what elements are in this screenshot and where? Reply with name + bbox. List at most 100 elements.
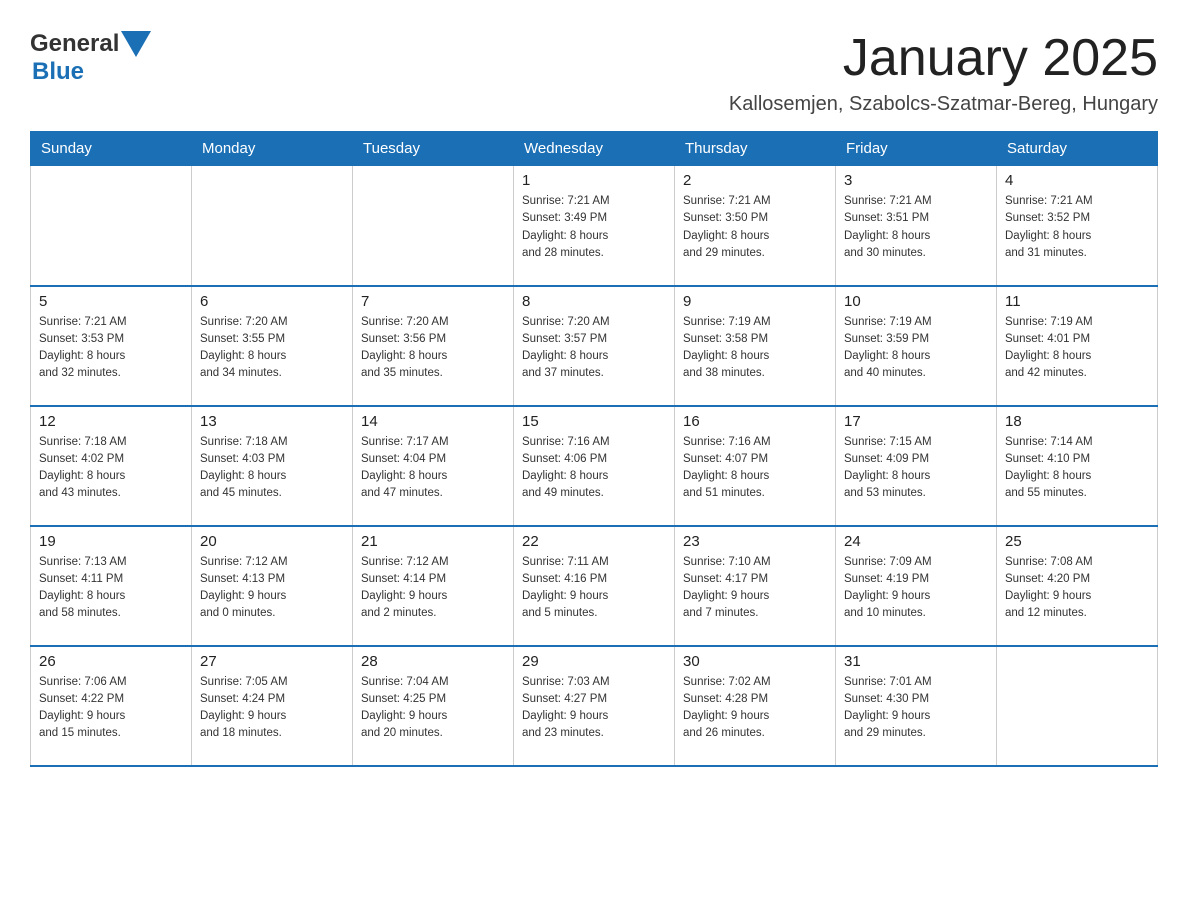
day-number: 31 [844,653,988,670]
calendar-cell: 3 Sunrise: 7:21 AM Sunset: 3:51 PM Daylig… [836,166,997,286]
calendar-cell: 14 Sunrise: 7:17 AM Sunset: 4:04 PM Dayli… [353,406,514,526]
page-header: General Blue January 2025 Kallosemjen, S… [30,30,1158,116]
day-number: 16 [683,413,827,430]
day-number: 18 [1005,413,1149,430]
day-info: Sunrise: 7:02 AM Sunset: 4:28 PM Dayligh… [683,674,827,743]
calendar-cell: 7 Sunrise: 7:20 AM Sunset: 3:56 PM Daylig… [353,286,514,406]
logo-row2: Blue [32,58,151,86]
day-info: Sunrise: 7:18 AM Sunset: 4:03 PM Dayligh… [200,434,344,503]
day-info: Sunrise: 7:13 AM Sunset: 4:11 PM Dayligh… [39,554,183,623]
day-info: Sunrise: 7:20 AM Sunset: 3:56 PM Dayligh… [361,314,505,383]
calendar-cell: 6 Sunrise: 7:20 AM Sunset: 3:55 PM Daylig… [192,286,353,406]
day-info: Sunrise: 7:01 AM Sunset: 4:30 PM Dayligh… [844,674,988,743]
day-info: Sunrise: 7:19 AM Sunset: 3:58 PM Dayligh… [683,314,827,383]
calendar-cell: 30 Sunrise: 7:02 AM Sunset: 4:28 PM Dayli… [675,646,836,766]
calendar-cell: 11 Sunrise: 7:19 AM Sunset: 4:01 PM Dayli… [997,286,1158,406]
calendar-cell: 8 Sunrise: 7:20 AM Sunset: 3:57 PM Daylig… [514,286,675,406]
calendar: SundayMondayTuesdayWednesdayThursdayFrid… [30,131,1158,767]
day-number: 30 [683,653,827,670]
calendar-cell [997,646,1158,766]
calendar-cell: 22 Sunrise: 7:11 AM Sunset: 4:16 PM Dayli… [514,526,675,646]
day-info: Sunrise: 7:16 AM Sunset: 4:06 PM Dayligh… [522,434,666,503]
day-info: Sunrise: 7:21 AM Sunset: 3:51 PM Dayligh… [844,193,988,262]
day-info: Sunrise: 7:14 AM Sunset: 4:10 PM Dayligh… [1005,434,1149,503]
day-info: Sunrise: 7:17 AM Sunset: 4:04 PM Dayligh… [361,434,505,503]
day-info: Sunrise: 7:10 AM Sunset: 4:17 PM Dayligh… [683,554,827,623]
day-number: 8 [522,293,666,310]
calendar-cell: 16 Sunrise: 7:16 AM Sunset: 4:07 PM Dayli… [675,406,836,526]
day-number: 28 [361,653,505,670]
calendar-cell [31,166,192,286]
day-info: Sunrise: 7:20 AM Sunset: 3:57 PM Dayligh… [522,314,666,383]
day-info: Sunrise: 7:12 AM Sunset: 4:13 PM Dayligh… [200,554,344,623]
calendar-cell: 17 Sunrise: 7:15 AM Sunset: 4:09 PM Dayli… [836,406,997,526]
day-info: Sunrise: 7:21 AM Sunset: 3:53 PM Dayligh… [39,314,183,383]
day-info: Sunrise: 7:09 AM Sunset: 4:19 PM Dayligh… [844,554,988,623]
week-row-3: 12 Sunrise: 7:18 AM Sunset: 4:02 PM Dayli… [31,406,1158,526]
calendar-cell: 24Sunrise: 7:09 AM Sunset: 4:19 PM Dayli… [836,526,997,646]
week-row-4: 19Sunrise: 7:13 AM Sunset: 4:11 PM Dayli… [31,526,1158,646]
title-block: January 2025 Kallosemjen, Szabolcs-Szatm… [729,30,1158,116]
weekday-header-row: SundayMondayTuesdayWednesdayThursdayFrid… [31,132,1158,166]
day-number: 13 [200,413,344,430]
day-info: Sunrise: 7:19 AM Sunset: 3:59 PM Dayligh… [844,314,988,383]
day-info: Sunrise: 7:12 AM Sunset: 4:14 PM Dayligh… [361,554,505,623]
calendar-cell: 18 Sunrise: 7:14 AM Sunset: 4:10 PM Dayli… [997,406,1158,526]
calendar-cell: 1Sunrise: 7:21 AM Sunset: 3:49 PM Daylig… [514,166,675,286]
day-number: 26 [39,653,183,670]
day-info: Sunrise: 7:21 AM Sunset: 3:50 PM Dayligh… [683,193,827,262]
day-number: 17 [844,413,988,430]
day-info: Sunrise: 7:11 AM Sunset: 4:16 PM Dayligh… [522,554,666,623]
calendar-cell: 9Sunrise: 7:19 AM Sunset: 3:58 PM Daylig… [675,286,836,406]
day-number: 12 [39,413,183,430]
calendar-cell: 13 Sunrise: 7:18 AM Sunset: 4:03 PM Dayli… [192,406,353,526]
day-number: 15 [522,413,666,430]
day-number: 11 [1005,293,1149,310]
calendar-cell [192,166,353,286]
day-number: 7 [361,293,505,310]
calendar-cell: 19Sunrise: 7:13 AM Sunset: 4:11 PM Dayli… [31,526,192,646]
logo-row1: General [30,30,151,58]
calendar-cell: 4Sunrise: 7:21 AM Sunset: 3:52 PM Daylig… [997,166,1158,286]
calendar-cell: 31 Sunrise: 7:01 AM Sunset: 4:30 PM Dayli… [836,646,997,766]
day-number: 3 [844,172,988,189]
week-row-5: 26Sunrise: 7:06 AM Sunset: 4:22 PM Dayli… [31,646,1158,766]
day-number: 22 [522,533,666,550]
day-info: Sunrise: 7:03 AM Sunset: 4:27 PM Dayligh… [522,674,666,743]
day-number: 4 [1005,172,1149,189]
month-year-title: January 2025 [729,30,1158,87]
day-number: 14 [361,413,505,430]
day-info: Sunrise: 7:19 AM Sunset: 4:01 PM Dayligh… [1005,314,1149,383]
calendar-cell: 27 Sunrise: 7:05 AM Sunset: 4:24 PM Dayli… [192,646,353,766]
weekday-header-thursday: Thursday [675,132,836,166]
day-number: 6 [200,293,344,310]
day-number: 1 [522,172,666,189]
day-number: 20 [200,533,344,550]
week-row-1: 1Sunrise: 7:21 AM Sunset: 3:49 PM Daylig… [31,166,1158,286]
day-number: 21 [361,533,505,550]
calendar-cell: 20 Sunrise: 7:12 AM Sunset: 4:13 PM Dayli… [192,526,353,646]
day-info: Sunrise: 7:15 AM Sunset: 4:09 PM Dayligh… [844,434,988,503]
calendar-cell: 26Sunrise: 7:06 AM Sunset: 4:22 PM Dayli… [31,646,192,766]
calendar-cell: 5 Sunrise: 7:21 AM Sunset: 3:53 PM Daylig… [31,286,192,406]
logo-general-text: General [30,30,119,58]
day-info: Sunrise: 7:20 AM Sunset: 3:55 PM Dayligh… [200,314,344,383]
calendar-cell: 12 Sunrise: 7:18 AM Sunset: 4:02 PM Dayli… [31,406,192,526]
location-subtitle: Kallosemjen, Szabolcs-Szatmar-Bereg, Hun… [729,93,1158,116]
calendar-cell: 10 Sunrise: 7:19 AM Sunset: 3:59 PM Dayli… [836,286,997,406]
day-info: Sunrise: 7:16 AM Sunset: 4:07 PM Dayligh… [683,434,827,503]
calendar-cell: 2 Sunrise: 7:21 AM Sunset: 3:50 PM Daylig… [675,166,836,286]
day-info: Sunrise: 7:05 AM Sunset: 4:24 PM Dayligh… [200,674,344,743]
day-number: 10 [844,293,988,310]
calendar-cell: 29 Sunrise: 7:03 AM Sunset: 4:27 PM Dayli… [514,646,675,766]
day-number: 5 [39,293,183,310]
day-number: 29 [522,653,666,670]
day-info: Sunrise: 7:04 AM Sunset: 4:25 PM Dayligh… [361,674,505,743]
day-info: Sunrise: 7:08 AM Sunset: 4:20 PM Dayligh… [1005,554,1149,623]
weekday-header-monday: Monday [192,132,353,166]
day-number: 27 [200,653,344,670]
day-number: 2 [683,172,827,189]
day-info: Sunrise: 7:18 AM Sunset: 4:02 PM Dayligh… [39,434,183,503]
calendar-cell: 28 Sunrise: 7:04 AM Sunset: 4:25 PM Dayli… [353,646,514,766]
calendar-cell: 21 Sunrise: 7:12 AM Sunset: 4:14 PM Dayli… [353,526,514,646]
